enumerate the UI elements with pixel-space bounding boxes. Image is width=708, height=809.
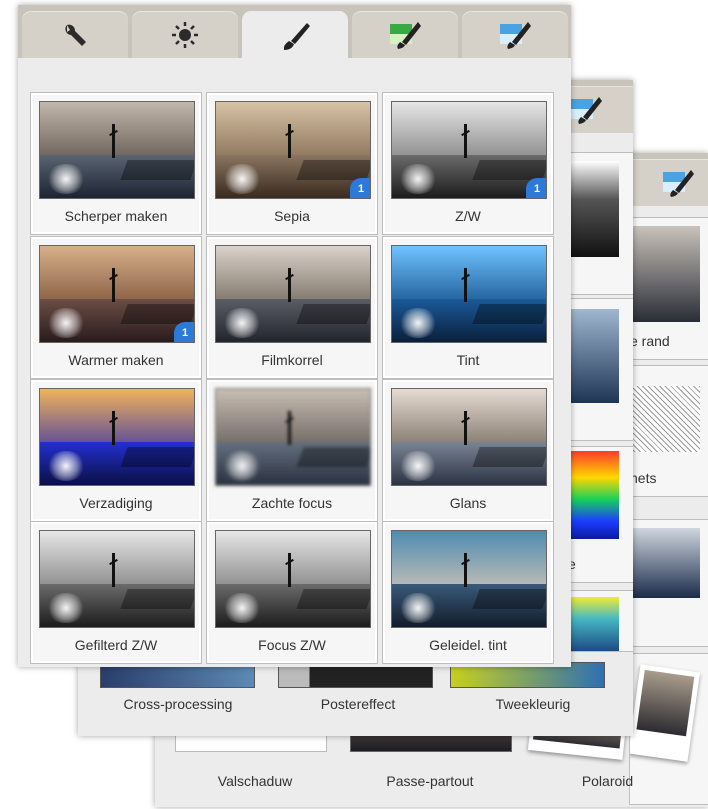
effect-tile[interactable]: Scherper maken xyxy=(30,92,202,235)
back-tile-1-label: e rand xyxy=(630,333,670,349)
effects-panel-front: Scherper maken 1 Sepia 1 Z/W 1 Warmer maken Fil… xyxy=(18,5,571,667)
effect-label: Focus Z/W xyxy=(258,637,326,653)
effect-tile[interactable]: Tint xyxy=(382,236,554,379)
tab-light[interactable] xyxy=(132,11,238,58)
effect-thumbnail xyxy=(215,388,371,486)
effect-thumbnail xyxy=(391,245,547,343)
effect-tile[interactable]: Focus Z/W xyxy=(206,521,378,664)
tab-green-effects[interactable] xyxy=(352,11,458,58)
effect-tile[interactable]: Glans xyxy=(382,379,554,522)
tab-blue-effects[interactable] xyxy=(462,11,568,58)
passe-partout-label[interactable]: Passe-partout xyxy=(350,773,510,789)
valschaduw-label[interactable]: Valschaduw xyxy=(180,773,330,789)
blue-effect-brush-icon xyxy=(663,169,694,197)
effect-tile[interactable]: 1 Warmer maken xyxy=(30,236,202,379)
effect-thumbnail xyxy=(39,530,195,628)
blue-effect-brush-icon xyxy=(571,96,602,124)
effect-label: Filmkorrel xyxy=(261,352,323,368)
effect-label: Scherper maken xyxy=(64,208,168,224)
effect-thumbnail: 1 xyxy=(391,101,547,199)
effect-thumbnail xyxy=(39,388,195,486)
effect-tile[interactable]: Zachte focus xyxy=(206,379,378,522)
effect-thumbnail xyxy=(391,530,547,628)
wrench-icon xyxy=(65,24,86,46)
cross-processing-label[interactable]: Cross-processing xyxy=(93,696,263,712)
tab-bar xyxy=(18,5,571,60)
middle-tile-1-label: g xyxy=(561,268,633,284)
effect-label: Zachte focus xyxy=(251,495,333,511)
effect-tile[interactable]: 1 Sepia xyxy=(206,92,378,235)
postereffect-label[interactable]: Postereffect xyxy=(273,696,443,712)
middle-tile-3-label: fie xyxy=(561,556,633,572)
brush-icon xyxy=(283,22,310,50)
effect-label: Glans xyxy=(449,495,487,511)
effect-label: Tint xyxy=(456,352,480,368)
effect-label: Gefilterd Z/W xyxy=(74,637,158,653)
effect-tile[interactable]: Geleidel. tint xyxy=(382,521,554,664)
effect-thumbnail: 1 xyxy=(215,101,371,199)
applied-count-badge: 1 xyxy=(174,322,194,342)
effect-thumbnail xyxy=(215,245,371,343)
back-tile-1[interactable]: e rand xyxy=(629,217,708,360)
effect-label: Sepia xyxy=(274,208,310,224)
effect-thumbnail: 1 xyxy=(39,245,195,343)
back-tile-2[interactable]: hets xyxy=(629,365,708,497)
tab-adjust[interactable] xyxy=(22,11,128,58)
back-tile-2-label: hets xyxy=(630,470,657,486)
effect-tile[interactable]: Filmkorrel xyxy=(206,236,378,379)
effect-thumbnail xyxy=(391,388,547,486)
tab-blue-effects-back[interactable] xyxy=(625,159,708,206)
effect-tile[interactable]: Gefilterd Z/W xyxy=(30,521,202,664)
polaroid-label[interactable]: Polaroid xyxy=(530,773,685,789)
effect-thumbnail xyxy=(215,530,371,628)
back-tile-3[interactable] xyxy=(629,519,708,647)
effect-label: Verzadiging xyxy=(79,495,153,511)
effect-label: Z/W xyxy=(455,208,481,224)
applied-count-badge: 1 xyxy=(526,178,546,198)
effect-label: Warmer maken xyxy=(68,352,164,368)
effect-label: Geleidel. tint xyxy=(429,637,507,653)
tweekleurig-label[interactable]: Tweekleurig xyxy=(448,696,618,712)
middle-tile-2-label: g xyxy=(561,414,633,430)
effect-tile[interactable]: Verzadiging xyxy=(30,379,202,522)
effect-thumbnail xyxy=(39,101,195,199)
sun-adjust-icon xyxy=(172,21,198,48)
effect-tile[interactable]: 1 Z/W xyxy=(382,92,554,235)
green-effect-brush-icon xyxy=(390,21,421,49)
applied-count-badge: 1 xyxy=(350,178,370,198)
blue-effect-brush-icon xyxy=(500,21,531,49)
tab-effects[interactable] xyxy=(242,11,348,60)
